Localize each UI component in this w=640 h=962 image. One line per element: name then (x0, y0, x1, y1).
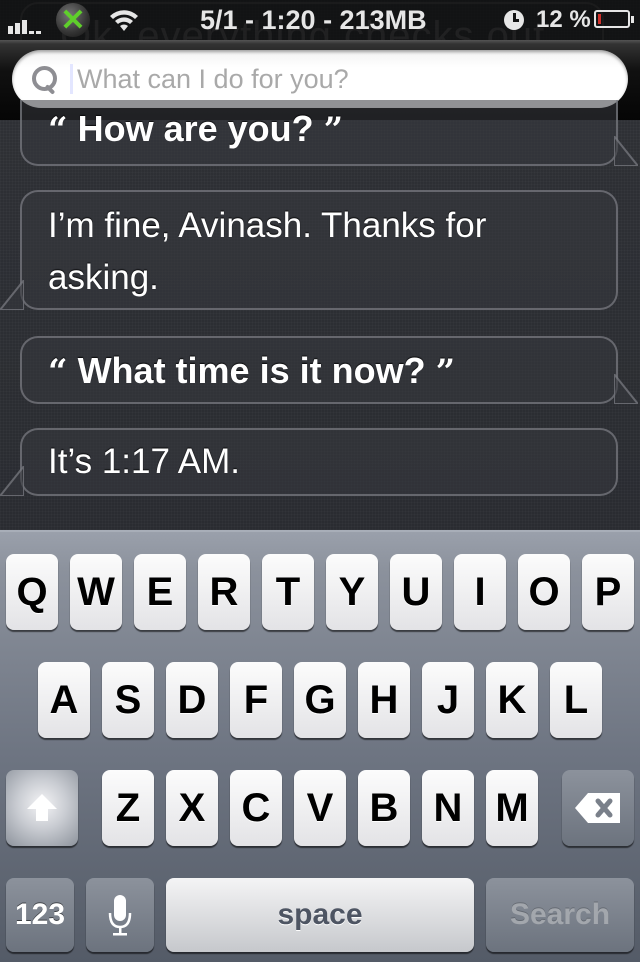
space-key[interactable]: space (166, 878, 474, 952)
bubble-tail (0, 466, 24, 496)
key-p[interactable]: P (582, 554, 634, 630)
bubble-tail (614, 136, 638, 166)
key-y[interactable]: Y (326, 554, 378, 630)
shift-arrow-icon (27, 794, 57, 821)
key-j[interactable]: J (422, 662, 474, 738)
key-m[interactable]: M (486, 770, 538, 846)
key-x[interactable]: X (166, 770, 218, 846)
delete-key[interactable] (562, 770, 634, 846)
siri-response: I’m fine, Avinash. Thanks for asking. (48, 206, 487, 297)
battery-level-fill (598, 14, 601, 24)
utterance-text: How are you? (77, 108, 314, 149)
search-key[interactable]: Search (486, 878, 634, 952)
key-d[interactable]: D (166, 662, 218, 738)
key-l[interactable]: L (550, 662, 602, 738)
key-s[interactable]: S (102, 662, 154, 738)
key-b[interactable]: B (358, 770, 410, 846)
siri-bubble: It’s 1:17 AM. (0, 428, 618, 496)
utterance-text: What time is it now? (77, 350, 426, 391)
numbers-key[interactable]: 123 (6, 878, 74, 952)
key-o[interactable]: O (518, 554, 570, 630)
user-utterance: “ What time is it now? ” (48, 350, 596, 392)
bubble-tail (0, 280, 24, 310)
key-c[interactable]: C (230, 770, 282, 846)
user-bubble: “ How are you? ” (20, 100, 638, 166)
key-n[interactable]: N (422, 770, 474, 846)
clock-icon (504, 10, 524, 30)
key-a[interactable]: A (38, 662, 90, 738)
key-h[interactable]: H (358, 662, 410, 738)
siri-bubble: I’m fine, Avinash. Thanks for asking. (0, 190, 618, 310)
key-q[interactable]: Q (6, 554, 58, 630)
microphone-icon (108, 895, 132, 936)
close-quote-icon: ” (435, 352, 456, 392)
text-cursor (70, 64, 73, 94)
key-f[interactable]: F (230, 662, 282, 738)
backspace-icon (575, 793, 620, 823)
user-utterance: “ How are you? ” (48, 108, 596, 150)
key-e[interactable]: E (134, 554, 186, 630)
key-w[interactable]: W (70, 554, 122, 630)
status-bar: ✕ 5/1 - 1:20 - 213MB 12 % (0, 0, 640, 40)
keyboard: QWERTYUIOP ASDFGHJKL ZXCVBNM 123 space S… (0, 530, 640, 962)
key-i[interactable]: I (454, 554, 506, 630)
search-icon (30, 64, 60, 95)
key-r[interactable]: R (198, 554, 250, 630)
key-z[interactable]: Z (102, 770, 154, 846)
user-bubble: “ What time is it now? ” (20, 336, 638, 404)
wifi-icon (108, 0, 140, 40)
shift-key[interactable] (6, 770, 78, 846)
key-u[interactable]: U (390, 554, 442, 630)
open-quote-icon: “ (48, 352, 68, 392)
key-k[interactable]: K (486, 662, 538, 738)
key-g[interactable]: G (294, 662, 346, 738)
key-t[interactable]: T (262, 554, 314, 630)
status-center-text: 5/1 - 1:20 - 213MB (200, 4, 427, 35)
battery-percent: 12 % (536, 6, 591, 33)
signal-bars-icon (8, 6, 41, 34)
open-quote-icon: “ (48, 110, 68, 150)
close-quote-icon: ” (323, 110, 344, 150)
battery-icon (594, 10, 634, 28)
siri-response: It’s 1:17 AM. (48, 442, 240, 481)
search-input[interactable] (75, 62, 628, 96)
dictation-key[interactable] (86, 878, 154, 952)
xbox-icon: ✕ (56, 3, 90, 37)
bubble-tail (614, 374, 638, 404)
key-v[interactable]: V (294, 770, 346, 846)
